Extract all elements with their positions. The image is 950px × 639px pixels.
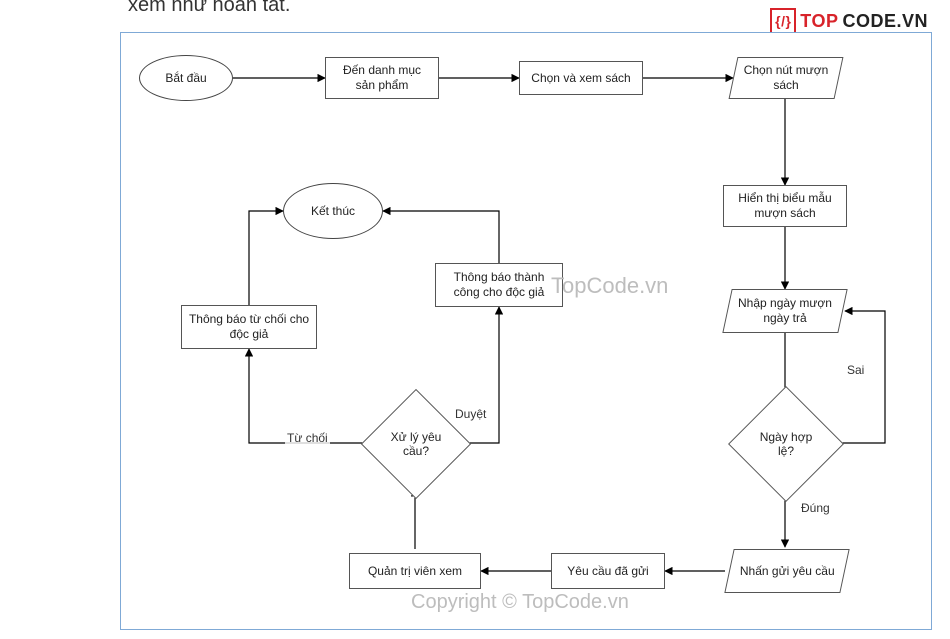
brand-text-1: TOP <box>800 11 838 32</box>
node-catalog-label: Đến danh mục sản phẩm <box>332 63 432 93</box>
node-admin-view-label: Quản trị viên xem <box>368 564 462 579</box>
node-notify-success-label: Thông báo thành công cho độc giả <box>442 270 556 300</box>
brand-text-2: CODE.VN <box>842 11 928 32</box>
node-show-form: Hiển thị biểu mẫu mượn sách <box>723 185 847 227</box>
node-catalog: Đến danh mục sản phẩm <box>325 57 439 99</box>
node-show-form-label: Hiển thị biểu mẫu mượn sách <box>730 191 840 221</box>
node-request-sent: Yêu cầu đã gửi <box>551 553 665 589</box>
cropped-heading: xem như hoàn tất. <box>128 0 290 17</box>
edge-label-false: Sai <box>845 363 866 377</box>
flowchart-canvas: Bắt đầu Đến danh mục sản phẩm Chọn và xe… <box>120 32 932 630</box>
node-valid-date-label: Ngày hợp lệ? <box>746 404 826 484</box>
node-request-sent-label: Yêu cầu đã gửi <box>567 564 648 579</box>
node-notify-reject-label: Thông báo từ chối cho độc giả <box>188 312 310 342</box>
edge-label-reject: Từ chối <box>285 431 330 445</box>
node-enter-dates-label: Nhập ngày mượn ngày trả <box>734 296 836 326</box>
brand-logo: {/} TOPCODE.VN <box>770 8 928 34</box>
node-notify-reject: Thông báo từ chối cho độc giả <box>181 305 317 349</box>
node-borrow-button-label: Chọn nút mượn sách <box>740 63 832 93</box>
node-process-request-label: Xử lý yêu cầu? <box>378 406 454 482</box>
node-view-book: Chọn và xem sách <box>519 61 643 95</box>
node-start-label: Bắt đầu <box>165 71 206 86</box>
edge-label-true: Đúng <box>799 501 832 515</box>
edge-label-approve: Duyệt <box>453 407 488 421</box>
node-end-label: Kết thúc <box>311 204 355 219</box>
node-send-request: Nhấn gửi yêu cầu <box>724 549 849 593</box>
node-notify-success: Thông báo thành công cho độc giả <box>435 263 563 307</box>
node-admin-view: Quản trị viên xem <box>349 553 481 589</box>
page-root: xem như hoàn tất. {/} TOPCODE.VN <box>0 0 950 639</box>
node-borrow-button: Chọn nút mượn sách <box>729 57 844 99</box>
node-start: Bắt đầu <box>139 55 233 101</box>
node-send-request-label: Nhấn gửi yêu cầu <box>740 564 835 579</box>
brand-icon: {/} <box>770 8 796 34</box>
node-view-book-label: Chọn và xem sách <box>531 71 630 86</box>
node-end: Kết thúc <box>283 183 383 239</box>
node-enter-dates: Nhập ngày mượn ngày trả <box>722 289 847 333</box>
